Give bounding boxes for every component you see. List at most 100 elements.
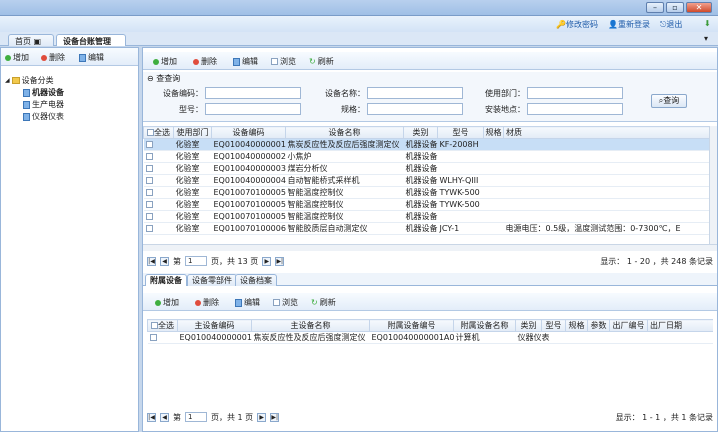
file-icon — [23, 112, 30, 121]
last-page-button[interactable]: ▶| — [275, 256, 285, 266]
subtab-archives[interactable]: 设备档案 — [235, 274, 277, 286]
left-add-button[interactable]: 增加 — [5, 52, 29, 63]
select-all-checkbox[interactable] — [147, 129, 154, 136]
sub-browse-button[interactable]: 浏览 — [273, 297, 298, 308]
add-button[interactable]: 增加 — [153, 56, 177, 67]
last-page-button[interactable]: ▶| — [270, 412, 280, 422]
col-factory-date[interactable]: 出厂日期 — [647, 319, 713, 332]
cell-dept: 化验室 — [173, 186, 212, 199]
subtab-parts[interactable]: 设备零部件 — [187, 274, 237, 286]
row-checkbox[interactable] — [145, 177, 153, 184]
subtab-accessories[interactable]: 附属设备 — [145, 274, 187, 286]
name-input[interactable] — [367, 87, 463, 99]
col-model[interactable]: 型号 — [541, 319, 566, 332]
row-checkbox[interactable] — [145, 153, 153, 160]
delete-button[interactable]: 删除 — [193, 56, 217, 67]
table-row[interactable]: 化验室 EQ010040000004A 自动智能桥式采样机 机器设备 WLHY-QIII — [143, 174, 709, 187]
spec-input[interactable] — [367, 103, 463, 115]
page-input[interactable]: 1 — [185, 412, 207, 422]
change-password-link[interactable]: 🔑修改密码 — [556, 19, 598, 30]
col-dept[interactable]: 使用部门 — [173, 126, 212, 139]
cell-aux-name: 计算机 — [453, 331, 516, 344]
cell-name: 智能温度控制仪 — [285, 210, 404, 223]
row-checkbox[interactable] — [145, 225, 153, 232]
row-checkbox[interactable] — [145, 213, 153, 220]
col-factory-no[interactable]: 出厂编号 — [609, 319, 648, 332]
tab-menu-icon[interactable]: ▾ — [704, 34, 708, 43]
cell-params — [587, 331, 610, 344]
col-spec[interactable]: 规格 — [483, 126, 504, 139]
tree-item-instruments[interactable]: 仪器仪表 — [23, 111, 64, 122]
sub-refresh-button[interactable]: ↻ 刷新 — [311, 297, 336, 308]
first-page-button[interactable]: |◀ — [147, 256, 156, 266]
col-aux-name[interactable]: 附属设备名称 — [453, 319, 516, 332]
col-category[interactable]: 类别 — [515, 319, 542, 332]
relogin-link[interactable]: 👤重新登录 — [608, 19, 650, 30]
sub-edit-button[interactable]: 编辑 — [235, 297, 260, 308]
tab-home[interactable]: 首页 ▣ — [8, 34, 54, 46]
sub-add-button[interactable]: 增加 — [155, 297, 179, 308]
sub-select-all-header[interactable]: 全选 — [147, 319, 178, 332]
select-all-header[interactable]: 全选 — [143, 126, 174, 139]
first-page-button[interactable]: |◀ — [147, 412, 156, 422]
download-icon[interactable]: ⬇ — [704, 19, 711, 28]
table-row[interactable]: 化验室 EQ010040000003A 煤岩分析仪 机器设备 — [143, 162, 709, 175]
maximize-button[interactable]: ▫ — [666, 2, 684, 13]
col-category[interactable]: 类别 — [403, 126, 438, 139]
table-row[interactable]: 化验室 EQ010070100005A 智能温度控制仪 机器设备 TYWK-500 — [143, 186, 709, 199]
row-checkbox[interactable] — [145, 165, 153, 172]
col-material[interactable]: 材质 — [503, 126, 709, 139]
row-checkbox[interactable] — [149, 334, 157, 341]
minimize-button[interactable]: – — [646, 2, 664, 13]
dept-input[interactable] — [527, 87, 623, 99]
subtable-pager: |◀ ◀ 第 1 页，共 1 页 ▶ ▶| 显示： 1 - 1 ，共 1 条记录 — [147, 410, 713, 424]
next-page-button[interactable]: ▶ — [257, 412, 267, 422]
table-row[interactable]: EQ010040000001A 焦炭反应性及反应后强度测定仪 EQ010040000… — [147, 331, 713, 344]
collapse-icon[interactable]: ⊖ — [147, 74, 154, 83]
location-input[interactable] — [527, 103, 623, 115]
model-input[interactable] — [205, 103, 301, 115]
refresh-button[interactable]: ↻ 刷新 — [309, 56, 334, 67]
browse-button[interactable]: 浏览 — [271, 56, 296, 67]
left-delete-button[interactable]: 删除 — [41, 52, 65, 63]
col-spec[interactable]: 规格 — [565, 319, 588, 332]
left-edit-button[interactable]: 编辑 — [79, 52, 104, 63]
expand-icon[interactable]: ◢ — [5, 77, 10, 84]
row-checkbox[interactable] — [145, 189, 153, 196]
table-row[interactable]: 化验室 EQ010040000001A 焦炭反应性及反应后强度测定仪 机器设备 KF-2… — [143, 138, 709, 151]
cell-category: 机器设备 — [403, 198, 438, 211]
page-total-label: 页，共 13 页 — [211, 256, 259, 266]
logout-link[interactable]: ⎋退出 — [660, 19, 682, 30]
query-button[interactable]: ⌕查询 — [651, 94, 687, 108]
table-row[interactable]: 化验室 EQ010040000002A 小焦炉 机器设备 — [143, 150, 709, 163]
tree-root[interactable]: ◢ 设备分类 — [5, 75, 54, 86]
cell-code: EQ010070100005C — [211, 210, 286, 223]
table-horizontal-scrollbar[interactable] — [143, 244, 717, 251]
sub-select-all-checkbox[interactable] — [151, 322, 158, 329]
tab-equipment-ledger[interactable]: 设备台账管理 × — [56, 34, 126, 56]
table-row[interactable]: 化验室 EQ010070100005C 智能温度控制仪 机器设备 — [143, 210, 709, 223]
edit-button[interactable]: 编辑 — [233, 56, 258, 67]
page-input[interactable]: 1 — [185, 256, 207, 266]
next-page-button[interactable]: ▶ — [262, 256, 272, 266]
cell-dept: 化验室 — [173, 210, 212, 223]
sub-delete-button[interactable]: 删除 — [195, 297, 219, 308]
col-aux-code[interactable]: 附属设备编号 — [369, 319, 454, 332]
col-params[interactable]: 参数 — [587, 319, 610, 332]
col-main-name[interactable]: 主设备名称 — [251, 319, 370, 332]
table-row[interactable]: 化验室 EQ010070100006A 智能胶质层自动测定仪 机器设备 JCY-1 电源电… — [143, 222, 709, 235]
col-name[interactable]: 设备名称 — [285, 126, 404, 139]
tree-item-machinery[interactable]: 机器设备 — [23, 87, 64, 98]
col-main-code[interactable]: 主设备编码 — [177, 319, 252, 332]
row-checkbox[interactable] — [145, 201, 153, 208]
table-vertical-scrollbar[interactable] — [709, 126, 717, 244]
prev-page-button[interactable]: ◀ — [160, 412, 169, 422]
close-window-button[interactable]: ✕ — [686, 2, 712, 13]
table-row[interactable]: 化验室 EQ010070100005B 智能温度控制仪 机器设备 TYWK-500 — [143, 198, 709, 211]
prev-page-button[interactable]: ◀ — [160, 256, 169, 266]
col-model[interactable]: 型号 — [437, 126, 484, 139]
tree-item-electrical[interactable]: 生产电器 — [23, 99, 64, 110]
row-checkbox[interactable] — [145, 141, 153, 148]
code-input[interactable] — [205, 87, 301, 99]
col-code[interactable]: 设备编码 — [211, 126, 286, 139]
